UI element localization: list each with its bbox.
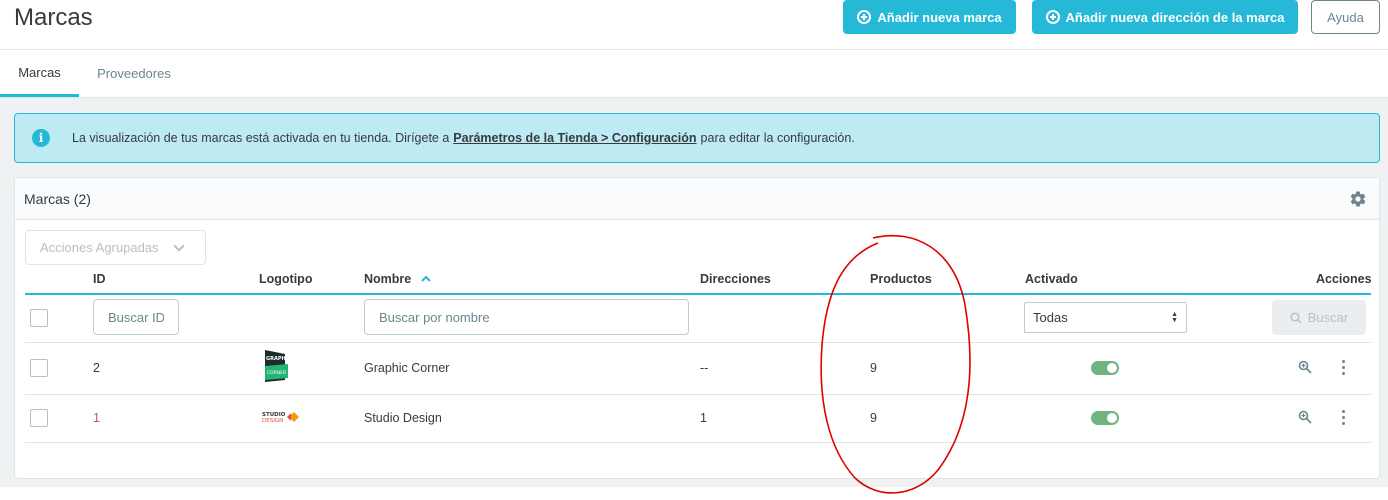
help-button[interactable]: Ayuda bbox=[1311, 0, 1380, 34]
column-actions: Acciones bbox=[1316, 272, 1372, 286]
header-underline bbox=[25, 293, 1371, 295]
row-products[interactable]: 9 bbox=[870, 361, 877, 375]
active-toggle[interactable] bbox=[1091, 411, 1119, 425]
search-icon bbox=[1290, 311, 1302, 324]
row-checkbox[interactable] bbox=[30, 359, 48, 377]
page-title: Marcas bbox=[14, 4, 93, 31]
column-id[interactable]: ID bbox=[93, 272, 106, 286]
bulk-actions-label: Acciones Agrupadas bbox=[40, 240, 159, 255]
page-footer-area bbox=[0, 487, 1388, 500]
add-brand-label: Añadir nueva marca bbox=[877, 9, 1002, 25]
select-all-checkbox[interactable] bbox=[30, 309, 48, 327]
alert-text-after: para editar la configuración. bbox=[700, 131, 855, 145]
row-name[interactable]: Graphic Corner bbox=[364, 361, 449, 375]
row-checkbox[interactable] bbox=[30, 409, 48, 427]
chevron-down-icon bbox=[172, 239, 185, 252]
gear-icon[interactable] bbox=[1349, 190, 1367, 208]
bulk-actions-dropdown[interactable]: Acciones Agrupadas bbox=[25, 230, 206, 265]
add-brand-address-label: Añadir nueva dirección de la marca bbox=[1065, 9, 1285, 25]
column-addresses[interactable]: Direcciones bbox=[700, 272, 771, 286]
sort-ascending-icon[interactable] bbox=[421, 275, 431, 283]
row-id[interactable]: 1 bbox=[93, 411, 100, 425]
search-button[interactable]: Buscar bbox=[1272, 300, 1366, 335]
row-addresses[interactable]: -- bbox=[700, 361, 708, 375]
active-toggle[interactable] bbox=[1091, 361, 1119, 375]
alert-text-before: La visualización de tus marcas está acti… bbox=[72, 131, 450, 145]
column-name-label: Nombre bbox=[364, 272, 412, 286]
studio-design-logo: STUDIO DESIGN bbox=[262, 412, 299, 424]
header-divider bbox=[0, 49, 1388, 50]
graphic-corner-logo: GRAPHIC CORNER bbox=[265, 350, 291, 382]
column-logo: Logotipo bbox=[259, 272, 313, 286]
page-header: Marcas Añadir nueva marca Añadir nueva d… bbox=[0, 0, 1388, 98]
select-arrows-icon: ▲ ▼ bbox=[1171, 311, 1178, 324]
name-filter-input[interactable] bbox=[364, 299, 689, 335]
store-settings-link[interactable]: Parámetros de la Tienda > Configuración bbox=[453, 131, 696, 145]
card-title: Marcas (2) bbox=[24, 191, 91, 207]
more-actions-icon[interactable] bbox=[1342, 360, 1346, 378]
tab-brands[interactable]: Marcas bbox=[0, 50, 79, 97]
logo-text: DESIGN bbox=[262, 418, 283, 424]
id-filter-input[interactable] bbox=[93, 299, 179, 335]
active-filter-value: Todas bbox=[1033, 310, 1068, 325]
more-actions-icon[interactable] bbox=[1342, 410, 1346, 428]
row-addresses[interactable]: 1 bbox=[700, 411, 707, 425]
zoom-view-icon[interactable] bbox=[1298, 360, 1312, 374]
search-button-label: Buscar bbox=[1307, 310, 1349, 325]
column-products[interactable]: Productos bbox=[870, 272, 932, 286]
logo-text: GRAPHIC bbox=[266, 356, 291, 362]
zoom-view-icon[interactable] bbox=[1298, 410, 1312, 424]
card-header: Marcas (2) bbox=[15, 178, 1379, 220]
column-active[interactable]: Activado bbox=[1025, 272, 1078, 286]
active-filter-select[interactable]: Todas ▲ ▼ bbox=[1024, 302, 1187, 333]
add-brand-button[interactable]: Añadir nueva marca bbox=[843, 0, 1016, 34]
info-icon: i bbox=[32, 129, 50, 147]
logo-text: CORNER bbox=[267, 370, 286, 376]
row-divider bbox=[25, 442, 1371, 443]
row-name[interactable]: Studio Design bbox=[364, 411, 442, 425]
plus-circle-icon bbox=[1045, 10, 1060, 24]
brands-card: Marcas (2) Acciones Agrupadas ID Logotip… bbox=[14, 177, 1380, 479]
info-alert: i La visualización de tus marcas está ac… bbox=[14, 113, 1380, 163]
row-id[interactable]: 2 bbox=[93, 361, 100, 375]
column-name[interactable]: Nombre bbox=[364, 272, 431, 286]
plus-circle-icon bbox=[857, 10, 872, 24]
row-divider bbox=[25, 342, 1371, 343]
row-products[interactable]: 9 bbox=[870, 411, 877, 425]
tab-suppliers[interactable]: Proveedores bbox=[79, 50, 189, 97]
add-brand-address-button[interactable]: Añadir nueva dirección de la marca bbox=[1032, 0, 1298, 34]
row-divider bbox=[25, 394, 1371, 395]
